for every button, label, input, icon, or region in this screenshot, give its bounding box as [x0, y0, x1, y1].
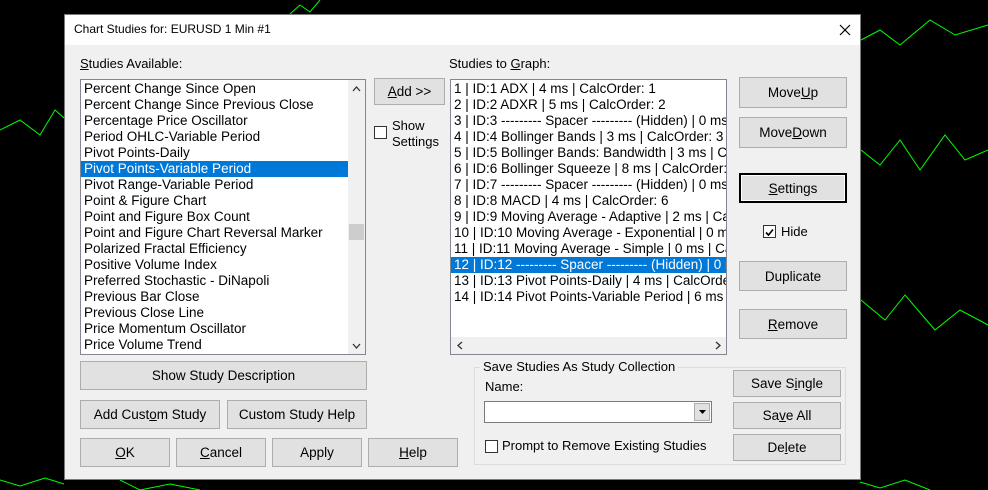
chart-studies-dialog: Chart Studies for: EURUSD 1 Min #1 Studi… [64, 14, 861, 480]
show-study-description-button[interactable]: Show Study Description [80, 361, 367, 390]
hide-checkbox[interactable] [763, 225, 776, 238]
chart-line [860, 294, 988, 331]
duplicate-button[interactable]: Duplicate [739, 261, 847, 291]
graph-horizontal-scrollbar[interactable] [451, 337, 726, 354]
available-study-item[interactable]: Percent Change Since Previous Close [81, 97, 365, 113]
graph-study-item[interactable]: 6 | ID:6 Bollinger Squeeze | 8 ms | Calc… [451, 161, 726, 177]
scroll-up-arrow[interactable] [348, 80, 365, 97]
chart-line [289, 0, 321, 15]
available-study-item[interactable]: Preferred Stochastic - DiNapoli [81, 273, 365, 289]
apply-button[interactable]: Apply [272, 438, 362, 467]
available-study-item[interactable]: Percent Change Since Open [81, 81, 365, 97]
available-study-item[interactable]: Price Oscillator - Volume [81, 353, 365, 354]
scroll-down-arrow[interactable] [348, 337, 365, 354]
graph-study-item[interactable]: 2 | ID:2 ADXR | 5 ms | CalcOrder: 2 [451, 97, 726, 113]
available-study-item[interactable]: Pivot Points-Variable Period [81, 161, 365, 177]
collection-name-label: Name: [485, 379, 524, 394]
available-study-item[interactable]: Previous Bar Close [81, 289, 365, 305]
studies-to-graph-label: Studies to Graph: [449, 56, 551, 71]
delete-button[interactable]: De l ete [733, 434, 841, 461]
available-study-item[interactable]: Point & Figure Chart [81, 193, 365, 209]
graph-study-item[interactable]: 11 | ID:11 Moving Average - Simple | 0 m… [451, 241, 726, 257]
hide-label: Hide [781, 224, 808, 239]
save-all-button[interactable]: Sa v e All [733, 402, 841, 429]
available-study-item[interactable]: Period OHLC-Variable Period [81, 129, 365, 145]
cancel-button[interactable]: Cancel [176, 438, 266, 467]
chevron-down-icon [352, 343, 361, 349]
add-button[interactable]: Add >> [374, 78, 445, 105]
available-study-item[interactable]: Point and Figure Chart Reversal Marker [81, 225, 365, 241]
save-single-button[interactable]: Save Si ngle [733, 370, 841, 397]
chart-line [119, 479, 201, 490]
prompt-remove-label: Prompt to Remove Existing Studies [502, 438, 707, 453]
add-custom-study-button[interactable]: Add Cust o m Study [80, 400, 220, 429]
graph-study-item[interactable]: 8 | ID:8 MACD | 4 ms | CalcOrder: 6 [451, 193, 726, 209]
graph-study-item[interactable]: 4 | ID:4 Bollinger Bands | 3 ms | CalcOr… [451, 129, 726, 145]
chevron-up-icon [352, 85, 361, 91]
available-study-item[interactable]: Polarized Fractal Efficiency [81, 241, 365, 257]
graph-study-item[interactable]: 13 | ID:13 Pivot Points-Daily | 4 ms | C… [451, 273, 726, 289]
graph-study-item[interactable]: 7 | ID:7 --------- Spacer --------- (Hid… [451, 177, 726, 193]
dropdown-arrow-icon [698, 410, 706, 414]
available-study-item[interactable]: Positive Volume Index [81, 257, 365, 273]
graph-study-item[interactable]: 14 | ID:14 Pivot Points-Variable Period … [451, 289, 726, 305]
available-study-item[interactable]: Previous Close Line [81, 305, 365, 321]
graph-study-item[interactable]: 9 | ID:9 Moving Average - Adaptive | 2 m… [451, 209, 726, 225]
graph-study-item[interactable]: 10 | ID:10 Moving Average - Exponential … [451, 225, 726, 241]
chevron-left-icon [456, 341, 462, 350]
available-study-item[interactable]: Pivot Range-Variable Period [81, 177, 365, 193]
combo-dropdown-button[interactable] [694, 403, 710, 421]
scroll-thumb[interactable] [349, 224, 364, 240]
chart-line [0, 477, 65, 487]
available-study-item[interactable]: Price Momentum Oscillator [81, 321, 365, 337]
graph-study-item[interactable]: 12 | ID:12 --------- Spacer --------- (H… [451, 257, 726, 273]
study-collection-group-label: Save Studies As Study Collection [480, 359, 679, 374]
studies-available-label: Studies Available: [80, 56, 183, 71]
collection-name-combo[interactable] [484, 401, 712, 423]
close-button[interactable] [830, 15, 860, 45]
graph-study-item[interactable]: 3 | ID:3 --------- Spacer --------- (Hid… [451, 113, 726, 129]
remove-button[interactable]: Remove [739, 309, 847, 339]
chart-line [860, 134, 988, 171]
help-button[interactable]: Help [368, 438, 458, 467]
prompt-remove-checkbox[interactable] [485, 440, 498, 453]
chart-line [860, 19, 988, 46]
studies-to-graph-list[interactable]: 1 | ID:1 ADX | 4 ms | CalcOrder: 12 | ID… [450, 79, 727, 355]
window-title: Chart Studies for: EURUSD 1 Min #1 [74, 22, 271, 36]
show-settings-checkbox[interactable] [374, 126, 387, 139]
ok-button[interactable]: OK [80, 438, 170, 467]
chart-line [859, 479, 931, 490]
move-down-button[interactable]: Move Down [739, 117, 847, 148]
available-vertical-scrollbar[interactable] [348, 80, 365, 354]
available-study-item[interactable]: Price Volume Trend [81, 337, 365, 353]
settings-button[interactable]: Settings [739, 173, 847, 203]
custom-study-help-button[interactable]: Custom Study Help [227, 400, 367, 429]
checkmark-icon [765, 228, 774, 237]
studies-available-list[interactable]: Percent Change Since Open Percent Change … [80, 79, 366, 355]
graph-study-item[interactable]: 1 | ID:1 ADX | 4 ms | CalcOrder: 1 [451, 81, 726, 97]
scroll-right-arrow[interactable] [709, 337, 726, 354]
available-study-item[interactable]: Percentage Price Oscillator [81, 113, 365, 129]
chart-line [0, 109, 65, 136]
graph-study-item[interactable]: 5 | ID:5 Bollinger Bands: Bandwidth | 3 … [451, 145, 726, 161]
available-study-item[interactable]: Point and Figure Box Count [81, 209, 365, 225]
close-icon [839, 24, 851, 36]
show-settings-label: Show Settings [392, 118, 439, 149]
scroll-left-arrow[interactable] [451, 337, 468, 354]
move-up-button[interactable]: Move Up [739, 77, 847, 108]
available-study-item[interactable]: Pivot Points-Daily [81, 145, 365, 161]
title-bar: Chart Studies for: EURUSD 1 Min #1 [65, 15, 860, 45]
chevron-right-icon [715, 341, 721, 350]
